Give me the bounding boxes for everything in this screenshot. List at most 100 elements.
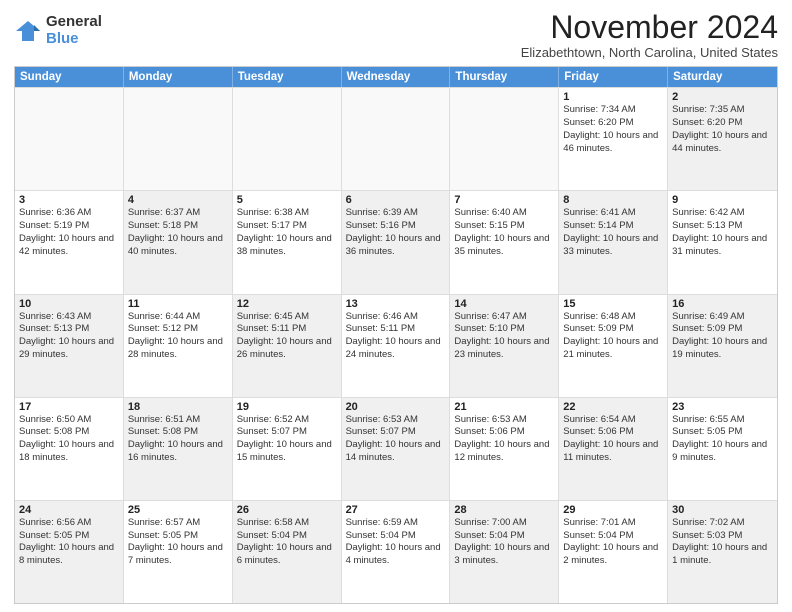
logo: General Blue <box>14 14 102 47</box>
day-info: Sunrise: 6:51 AM Sunset: 5:08 PM Dayligh… <box>128 414 228 465</box>
calendar-cell-26: 26Sunrise: 6:58 AM Sunset: 5:04 PM Dayli… <box>233 501 342 603</box>
day-number: 1 <box>563 91 663 103</box>
calendar-cell-4: 4Sunrise: 6:37 AM Sunset: 5:18 PM Daylig… <box>124 191 233 293</box>
title-block: November 2024 Elizabethtown, North Carol… <box>521 10 778 60</box>
day-number: 4 <box>128 194 228 206</box>
day-info: Sunrise: 6:49 AM Sunset: 5:09 PM Dayligh… <box>672 311 773 362</box>
day-info: Sunrise: 6:59 AM Sunset: 5:04 PM Dayligh… <box>346 517 446 568</box>
day-info: Sunrise: 6:56 AM Sunset: 5:05 PM Dayligh… <box>19 517 119 568</box>
day-number: 5 <box>237 194 337 206</box>
day-number: 20 <box>346 401 446 413</box>
day-number: 18 <box>128 401 228 413</box>
day-number: 6 <box>346 194 446 206</box>
calendar-cell-empty-0-3 <box>342 88 451 190</box>
day-number: 23 <box>672 401 773 413</box>
day-number: 8 <box>563 194 663 206</box>
calendar-cell-30: 30Sunrise: 7:02 AM Sunset: 5:03 PM Dayli… <box>668 501 777 603</box>
day-number: 12 <box>237 298 337 310</box>
day-info: Sunrise: 6:57 AM Sunset: 5:05 PM Dayligh… <box>128 517 228 568</box>
calendar-cell-22: 22Sunrise: 6:54 AM Sunset: 5:06 PM Dayli… <box>559 398 668 500</box>
calendar-cell-3: 3Sunrise: 6:36 AM Sunset: 5:19 PM Daylig… <box>15 191 124 293</box>
weekday-header-tuesday: Tuesday <box>233 67 342 87</box>
day-info: Sunrise: 6:44 AM Sunset: 5:12 PM Dayligh… <box>128 311 228 362</box>
day-info: Sunrise: 6:41 AM Sunset: 5:14 PM Dayligh… <box>563 207 663 258</box>
calendar-cell-13: 13Sunrise: 6:46 AM Sunset: 5:11 PM Dayli… <box>342 295 451 397</box>
day-number: 30 <box>672 504 773 516</box>
calendar-row-2: 10Sunrise: 6:43 AM Sunset: 5:13 PM Dayli… <box>15 294 777 397</box>
day-number: 29 <box>563 504 663 516</box>
day-info: Sunrise: 6:46 AM Sunset: 5:11 PM Dayligh… <box>346 311 446 362</box>
day-info: Sunrise: 6:39 AM Sunset: 5:16 PM Dayligh… <box>346 207 446 258</box>
weekday-header-saturday: Saturday <box>668 67 777 87</box>
calendar-cell-9: 9Sunrise: 6:42 AM Sunset: 5:13 PM Daylig… <box>668 191 777 293</box>
day-info: Sunrise: 6:53 AM Sunset: 5:07 PM Dayligh… <box>346 414 446 465</box>
day-number: 3 <box>19 194 119 206</box>
calendar-row-4: 24Sunrise: 6:56 AM Sunset: 5:05 PM Dayli… <box>15 500 777 603</box>
day-number: 7 <box>454 194 554 206</box>
calendar-cell-7: 7Sunrise: 6:40 AM Sunset: 5:15 PM Daylig… <box>450 191 559 293</box>
calendar: SundayMondayTuesdayWednesdayThursdayFrid… <box>14 66 778 604</box>
calendar-row-1: 3Sunrise: 6:36 AM Sunset: 5:19 PM Daylig… <box>15 190 777 293</box>
day-number: 14 <box>454 298 554 310</box>
day-number: 28 <box>454 504 554 516</box>
calendar-cell-empty-0-4 <box>450 88 559 190</box>
calendar-cell-2: 2Sunrise: 7:35 AM Sunset: 6:20 PM Daylig… <box>668 88 777 190</box>
calendar-cell-8: 8Sunrise: 6:41 AM Sunset: 5:14 PM Daylig… <box>559 191 668 293</box>
calendar-row-3: 17Sunrise: 6:50 AM Sunset: 5:08 PM Dayli… <box>15 397 777 500</box>
calendar-cell-28: 28Sunrise: 7:00 AM Sunset: 5:04 PM Dayli… <box>450 501 559 603</box>
day-info: Sunrise: 7:00 AM Sunset: 5:04 PM Dayligh… <box>454 517 554 568</box>
weekday-header-wednesday: Wednesday <box>342 67 451 87</box>
weekday-header-thursday: Thursday <box>450 67 559 87</box>
calendar-cell-12: 12Sunrise: 6:45 AM Sunset: 5:11 PM Dayli… <box>233 295 342 397</box>
month-title: November 2024 <box>521 10 778 45</box>
calendar-cell-empty-0-0 <box>15 88 124 190</box>
day-info: Sunrise: 6:53 AM Sunset: 5:06 PM Dayligh… <box>454 414 554 465</box>
day-info: Sunrise: 6:58 AM Sunset: 5:04 PM Dayligh… <box>237 517 337 568</box>
day-info: Sunrise: 7:34 AM Sunset: 6:20 PM Dayligh… <box>563 104 663 155</box>
logo-icon <box>14 17 42 45</box>
day-info: Sunrise: 6:47 AM Sunset: 5:10 PM Dayligh… <box>454 311 554 362</box>
day-info: Sunrise: 6:37 AM Sunset: 5:18 PM Dayligh… <box>128 207 228 258</box>
day-number: 9 <box>672 194 773 206</box>
weekday-header-friday: Friday <box>559 67 668 87</box>
day-number: 27 <box>346 504 446 516</box>
calendar-cell-17: 17Sunrise: 6:50 AM Sunset: 5:08 PM Dayli… <box>15 398 124 500</box>
calendar-cell-6: 6Sunrise: 6:39 AM Sunset: 5:16 PM Daylig… <box>342 191 451 293</box>
calendar-cell-5: 5Sunrise: 6:38 AM Sunset: 5:17 PM Daylig… <box>233 191 342 293</box>
calendar-cell-23: 23Sunrise: 6:55 AM Sunset: 5:05 PM Dayli… <box>668 398 777 500</box>
calendar-cell-19: 19Sunrise: 6:52 AM Sunset: 5:07 PM Dayli… <box>233 398 342 500</box>
logo-text: General Blue <box>46 14 102 47</box>
day-number: 16 <box>672 298 773 310</box>
day-info: Sunrise: 6:43 AM Sunset: 5:13 PM Dayligh… <box>19 311 119 362</box>
calendar-cell-21: 21Sunrise: 6:53 AM Sunset: 5:06 PM Dayli… <box>450 398 559 500</box>
day-info: Sunrise: 7:01 AM Sunset: 5:04 PM Dayligh… <box>563 517 663 568</box>
day-number: 17 <box>19 401 119 413</box>
day-number: 19 <box>237 401 337 413</box>
calendar-cell-empty-0-2 <box>233 88 342 190</box>
weekday-header-sunday: Sunday <box>15 67 124 87</box>
day-info: Sunrise: 6:50 AM Sunset: 5:08 PM Dayligh… <box>19 414 119 465</box>
calendar-page: General Blue November 2024 Elizabethtown… <box>0 0 792 612</box>
calendar-cell-18: 18Sunrise: 6:51 AM Sunset: 5:08 PM Dayli… <box>124 398 233 500</box>
day-info: Sunrise: 6:55 AM Sunset: 5:05 PM Dayligh… <box>672 414 773 465</box>
day-number: 25 <box>128 504 228 516</box>
location-label: Elizabethtown, North Carolina, United St… <box>521 45 778 60</box>
day-info: Sunrise: 6:40 AM Sunset: 5:15 PM Dayligh… <box>454 207 554 258</box>
day-info: Sunrise: 6:42 AM Sunset: 5:13 PM Dayligh… <box>672 207 773 258</box>
day-info: Sunrise: 6:52 AM Sunset: 5:07 PM Dayligh… <box>237 414 337 465</box>
day-info: Sunrise: 6:45 AM Sunset: 5:11 PM Dayligh… <box>237 311 337 362</box>
calendar-cell-empty-0-1 <box>124 88 233 190</box>
day-number: 15 <box>563 298 663 310</box>
day-number: 10 <box>19 298 119 310</box>
day-info: Sunrise: 6:48 AM Sunset: 5:09 PM Dayligh… <box>563 311 663 362</box>
day-info: Sunrise: 6:38 AM Sunset: 5:17 PM Dayligh… <box>237 207 337 258</box>
logo-blue-label: Blue <box>46 31 102 48</box>
calendar-cell-1: 1Sunrise: 7:34 AM Sunset: 6:20 PM Daylig… <box>559 88 668 190</box>
day-number: 24 <box>19 504 119 516</box>
weekday-header-monday: Monday <box>124 67 233 87</box>
calendar-body: 1Sunrise: 7:34 AM Sunset: 6:20 PM Daylig… <box>15 87 777 603</box>
calendar-cell-20: 20Sunrise: 6:53 AM Sunset: 5:07 PM Dayli… <box>342 398 451 500</box>
logo-general-label: General <box>46 14 102 31</box>
day-info: Sunrise: 7:02 AM Sunset: 5:03 PM Dayligh… <box>672 517 773 568</box>
calendar-cell-27: 27Sunrise: 6:59 AM Sunset: 5:04 PM Dayli… <box>342 501 451 603</box>
